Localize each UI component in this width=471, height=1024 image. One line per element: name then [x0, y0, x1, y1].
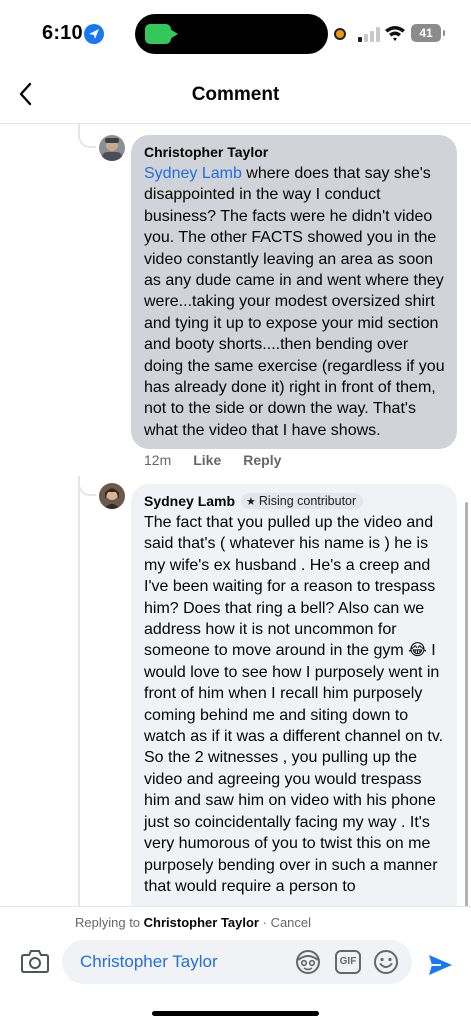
facetime-icon	[145, 24, 178, 44]
comment-author[interactable]: Sydney Lamb	[144, 493, 235, 509]
replying-to-row: Replying to Christopher Taylor · Cancel	[75, 915, 312, 930]
send-icon[interactable]	[426, 952, 454, 978]
scrollbar[interactable]	[465, 502, 468, 906]
gif-icon[interactable]: GIF	[335, 950, 361, 974]
comment-actions: 12m Like Reply	[144, 452, 281, 468]
contributor-badge: ★ Rising contributor	[241, 493, 364, 509]
comment-input[interactable]: Christopher Taylor GIF	[62, 940, 412, 984]
status-time: 6:10	[42, 22, 83, 44]
wifi-icon	[384, 24, 406, 42]
thread-connector	[78, 134, 96, 148]
comment-thread[interactable]: Christopher Taylor Sydney Lamb where doe…	[0, 124, 471, 906]
thread-connector	[78, 482, 96, 496]
thread-line	[78, 476, 80, 906]
mention-link[interactable]: Sydney Lamb	[144, 165, 242, 182]
comment-timestamp: 12m	[144, 452, 172, 468]
comment-bubble[interactable]: Sydney Lamb ★ Rising contributor The fac…	[131, 484, 457, 906]
like-button[interactable]: Like	[193, 452, 221, 468]
comment-bubble[interactable]: Christopher Taylor Sydney Lamb where doe…	[131, 135, 457, 450]
comment-author[interactable]: Christopher Taylor	[144, 144, 268, 160]
comment-text: Sydney Lamb where does that say she's di…	[144, 165, 445, 439]
location-arrow-icon	[84, 24, 104, 44]
avatar-sticker-icon[interactable]	[295, 949, 321, 975]
avatar[interactable]	[99, 135, 125, 161]
recording-dot-icon	[334, 28, 346, 40]
comment-text: The fact that you pulled up the video an…	[144, 514, 444, 895]
cellular-signal-icon	[358, 26, 380, 42]
cancel-reply-button[interactable]: Cancel	[271, 915, 311, 930]
comment-input-value[interactable]: Christopher Taylor	[80, 952, 218, 972]
nav-header: Comment	[0, 64, 471, 124]
star-icon: ★	[246, 495, 256, 508]
reply-button[interactable]: Reply	[243, 452, 281, 468]
emoji-icon[interactable]	[373, 949, 399, 975]
status-bar: 6:10 41	[0, 0, 471, 64]
home-indicator	[152, 1011, 319, 1016]
replying-to-name: Christopher Taylor	[143, 915, 259, 930]
battery-icon: 41	[411, 24, 445, 42]
avatar[interactable]	[99, 483, 125, 509]
reply-composer: Replying to Christopher Taylor · Cancel …	[0, 906, 471, 1024]
page-title: Comment	[191, 84, 280, 105]
camera-icon[interactable]	[20, 947, 50, 975]
screen: 6:10 41 Comment Christopher Taylor Sydne…	[0, 0, 471, 1024]
